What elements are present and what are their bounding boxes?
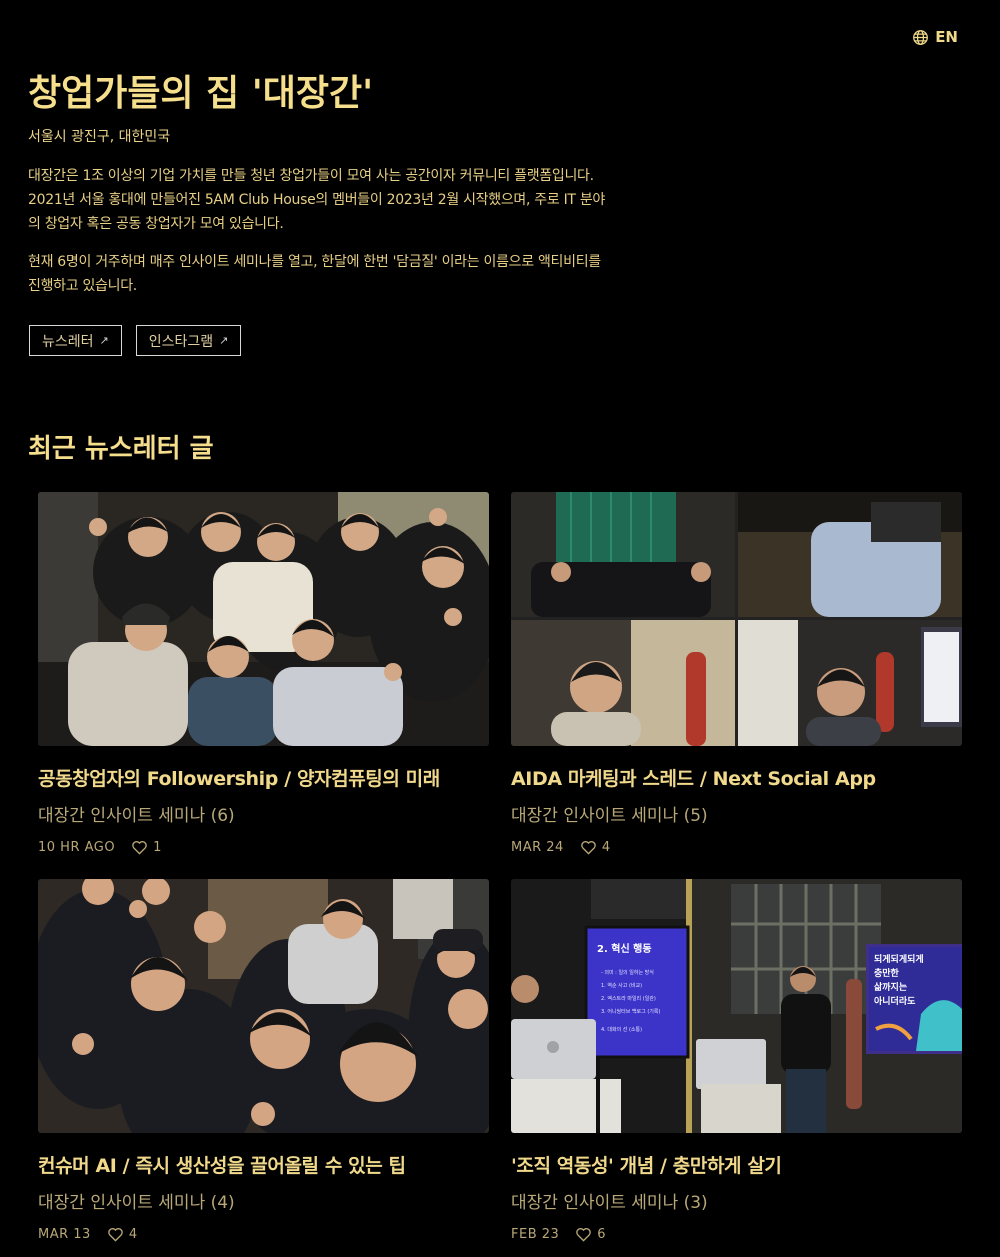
intro-paragraph-1: 대장간은 1조 이상의 기업 가치를 만들 청년 창업가들이 모여 사는 공간이… [28, 168, 605, 232]
post-series: 대장간 인사이트 세미나 (5) [511, 806, 708, 826]
slide-line: 3. 어니씽터브 백로그 (기록) [601, 1008, 660, 1015]
section-title: 최근 뉴스레터 글 [28, 434, 214, 464]
external-arrow-icon: ↗ [219, 334, 229, 347]
post-thumbnail[interactable] [511, 492, 962, 746]
intro-paragraph-2: 현재 6명이 거주하며 매주 인사이트 세미나를 열고, 한달에 한번 '담금질… [28, 254, 601, 294]
slide-text: 되게되게되게 [874, 953, 924, 965]
post-meta: 10 HR AGO 1 [38, 840, 489, 855]
language-label: EN [935, 28, 958, 46]
like-count: 4 [128, 1227, 138, 1242]
slide-text: 충만한 [874, 967, 900, 979]
newsletter-link-label: 뉴스레터 [42, 333, 94, 350]
collage-photo-image [511, 492, 962, 746]
heart-icon [108, 1228, 123, 1242]
globe-icon [913, 29, 929, 45]
post-thumbnail[interactable] [38, 492, 489, 746]
slide-text: 삶까지는 [874, 981, 907, 993]
instagram-link[interactable]: 인스타그램 ↗ [135, 325, 242, 356]
post-card[interactable]: AIDA 마케팅과 스레드 / Next Social App 대장간 인사이트… [511, 492, 962, 855]
heart-icon [581, 841, 596, 855]
heart-icon [576, 1228, 592, 1242]
like-count: 1 [153, 840, 162, 855]
post-title[interactable]: 공동창업자의 Followership / 양자컴퓨팅의 미래 [38, 764, 489, 791]
heart-icon [132, 841, 147, 855]
like-button[interactable]: 6 [575, 1227, 606, 1242]
selfie-photo-image [38, 879, 489, 1133]
location-text: 서울시 광진구, 대한민국 [28, 129, 171, 145]
external-links: 뉴스레터 ↗ 인스타그램 ↗ [29, 325, 242, 356]
post-meta: MAR 24 4 [511, 840, 962, 855]
post-series: 대장간 인사이트 세미나 (4) [38, 1193, 235, 1213]
post-meta: FEB 23 6 [511, 1227, 962, 1242]
post-card[interactable]: 2. 혁신 행동 - 의미 : 일의 일하는 방식 1. 역순 사고 (비교) … [511, 879, 962, 1242]
post-thumbnail[interactable]: 2. 혁신 행동 - 의미 : 일의 일하는 방식 1. 역순 사고 (비교) … [511, 879, 962, 1133]
like-button[interactable]: 1 [131, 840, 162, 855]
newsletter-link[interactable]: 뉴스레터 ↗ [29, 325, 122, 356]
post-card[interactable]: 공동창업자의 Followership / 양자컴퓨팅의 미래 대장간 인사이트… [38, 492, 489, 855]
post-series: 대장간 인사이트 세미나 (6) [38, 806, 235, 826]
hero: 창업가들의 집 '대장간' 서울시 광진구, 대한민국 대장간은 1조 이상의 … [28, 70, 608, 298]
page-title: 창업가들의 집 '대장간' [28, 73, 374, 114]
post-title[interactable]: 컨슈머 AI / 즉시 생산성을 끌어올릴 수 있는 팁 [38, 1151, 489, 1178]
post-date: MAR 24 [511, 840, 564, 855]
like-button[interactable]: 4 [580, 840, 611, 855]
slide-line: 1. 역순 사고 (비교) [601, 982, 642, 989]
post-meta: MAR 13 4 [38, 1227, 489, 1242]
post-thumbnail[interactable] [38, 879, 489, 1133]
post-date: MAR 13 [38, 1227, 91, 1242]
external-arrow-icon: ↗ [99, 334, 109, 347]
seminar-photo-image: 2. 혁신 행동 - 의미 : 일의 일하는 방식 1. 역순 사고 (비교) … [511, 879, 962, 1133]
slide-line: 2. 엑스트라 마일리 (일관) [601, 995, 656, 1002]
like-count: 6 [597, 1227, 607, 1242]
like-count: 4 [601, 840, 611, 855]
post-card[interactable]: 컨슈머 AI / 즉시 생산성을 끌어올릴 수 있는 팁 대장간 인사이트 세미… [38, 879, 489, 1242]
post-title[interactable]: '조직 역동성' 개념 / 충만하게 살기 [511, 1151, 962, 1178]
post-title[interactable]: AIDA 마케팅과 스레드 / Next Social App [511, 764, 962, 791]
slide-line: 4. 대화의 선 (소통) [601, 1026, 642, 1033]
post-grid: 공동창업자의 Followership / 양자컴퓨팅의 미래 대장간 인사이트… [38, 492, 962, 1242]
post-series: 대장간 인사이트 세미나 (3) [511, 1193, 708, 1213]
slide-line: - 의미 : 일의 일하는 방식 [601, 969, 654, 976]
group-photo-image [38, 492, 489, 746]
post-date: FEB 23 [511, 1227, 560, 1242]
slide-heading: 2. 혁신 행동 [597, 942, 652, 955]
instagram-link-label: 인스타그램 [148, 333, 214, 350]
language-toggle[interactable]: EN [912, 28, 958, 46]
like-button[interactable]: 4 [107, 1227, 138, 1242]
post-date: 10 HR AGO [38, 840, 116, 855]
slide-text: 아니더라도 [874, 995, 916, 1007]
